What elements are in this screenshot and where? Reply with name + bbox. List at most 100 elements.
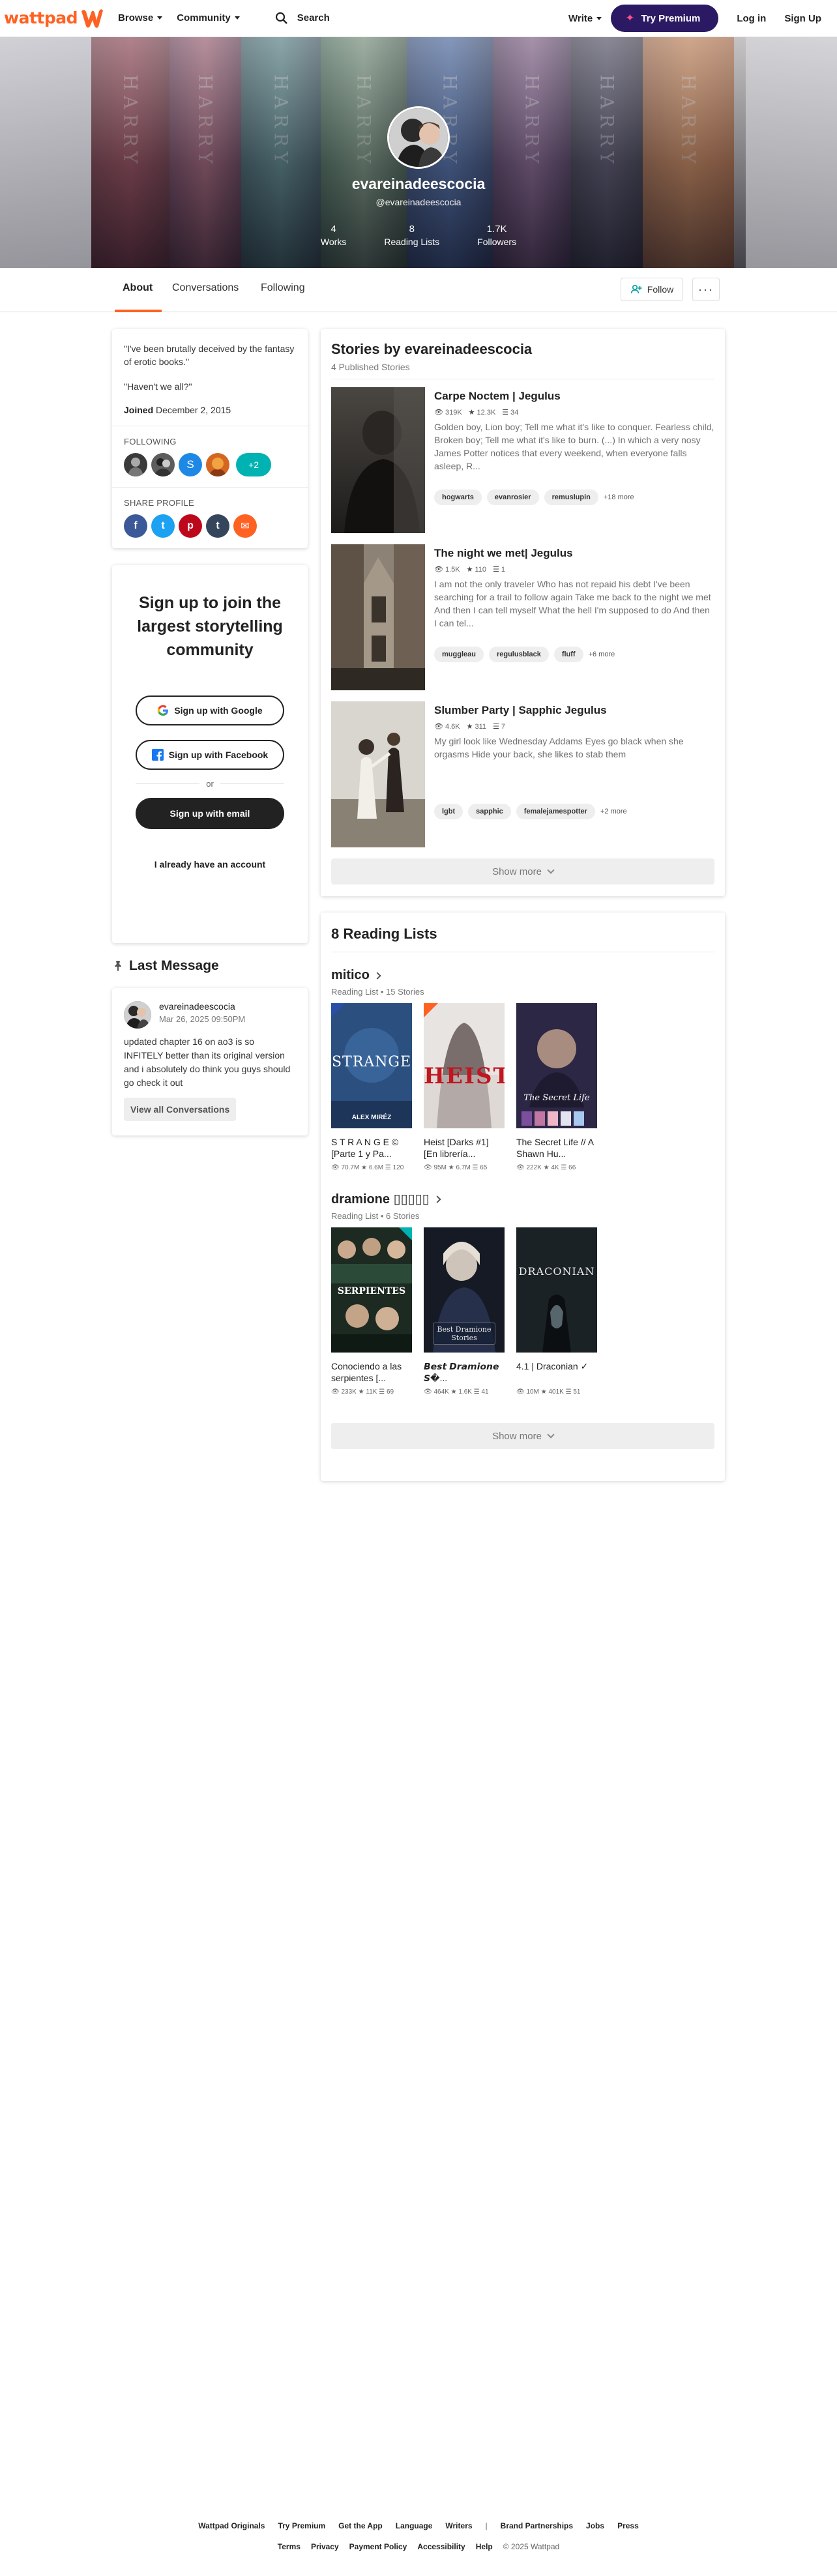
reading-list-cover[interactable]: The Secret Life [516,1003,597,1128]
more-options-button[interactable]: ··· [692,278,720,301]
story-tag[interactable]: femalejamespotter [516,804,595,819]
story-tag[interactable]: remuslupin [544,490,598,505]
stories-show-more-button[interactable]: Show more [331,858,714,885]
following-avatar[interactable] [151,453,175,476]
reading-list-cover[interactable]: HEIST [424,1003,505,1128]
footer-link[interactable]: Payment Policy [349,2542,407,2551]
reading-list-name[interactable]: mitico [331,968,714,983]
tab-following[interactable]: Following [261,282,305,294]
tab-about[interactable]: About [123,282,153,294]
story-tag[interactable]: hogwarts [434,490,482,505]
following-avatar[interactable] [206,453,229,476]
votes-count: ★ 110 [466,566,487,574]
email-signup-button[interactable]: Sign up with email [136,798,284,829]
login-link[interactable]: Log in [737,13,766,24]
reading-list-name[interactable]: dramione ▯▯▯▯▯ [331,1191,714,1207]
stat-followers[interactable]: 1.7K Followers [477,224,516,247]
following-avatar[interactable] [124,453,147,476]
sparkle-icon: ✦ [625,12,635,24]
footer-link[interactable]: Wattpad Originals [198,2521,265,2530]
community-menu[interactable]: Community [177,12,240,23]
search-icon [275,12,287,24]
following-more-badge[interactable]: +2 [236,453,271,476]
story-tag[interactable]: muggleau [434,647,484,662]
following-avatar[interactable]: S [179,453,202,476]
reading-list-name-text: mitico [331,968,370,982]
reading-list-story[interactable]: SERPIENTES Conociendo a las serpientes [… [331,1227,412,1397]
reading-list-story[interactable]: STRANGE ALEX MIRÉZ S T R A N G E © [Part… [331,1003,412,1173]
signup-link[interactable]: Sign Up [784,13,821,24]
parts-count: ☰ 7 [493,723,506,731]
story-tag[interactable]: evanrosier [486,490,539,505]
reading-list-cover[interactable]: STRANGE ALEX MIRÉZ [331,1003,412,1128]
eye-icon: 👁 [434,409,443,417]
story-title[interactable]: The night we met| Jegulus [434,547,714,560]
list-icon: ☰ [502,409,509,417]
last-message-title: Last Message [129,958,219,973]
footer-link[interactable]: Privacy [311,2542,339,2551]
google-icon [158,705,169,716]
stat-works[interactable]: 4 Works [321,224,346,247]
story-cover[interactable] [331,701,425,847]
footer-link[interactable]: Writers [445,2521,472,2530]
profile-stats: 4 Works 8 Reading Lists 1.7K Followers [0,224,837,247]
cover-title: STRANGE [331,1054,412,1070]
reading-lists-show-more-button[interactable]: Show more [331,1423,714,1449]
reading-list-cover[interactable]: SERPIENTES [331,1227,412,1353]
reading-list-stories: STRANGE ALEX MIRÉZ S T R A N G E © [Part… [331,1003,714,1173]
reading-list-story[interactable]: Best Dramione Stories 𝘽𝙚𝙨𝙩 𝘿𝙧𝙖𝙢𝙞𝙤𝙣𝙚 𝙎�..… [424,1227,505,1397]
story-description: My girl look like Wednesday Addams Eyes … [434,736,684,759]
reading-list-cover[interactable]: DRACONIAN [516,1227,597,1353]
story-tag[interactable]: lgbt [434,804,463,819]
story-title[interactable]: Slumber Party | Sapphic Jegulus [434,704,714,717]
footer-link[interactable]: Brand Partnerships [501,2521,573,2530]
footer-link[interactable]: Try Premium [278,2521,325,2530]
reading-list-story-title: Conociendo a las serpientes [... [331,1361,402,1383]
try-premium-button[interactable]: ✦ Try Premium [611,5,719,32]
search-bar[interactable]: Search [275,12,330,25]
google-signup-button[interactable]: Sign up with Google [136,695,284,725]
footer-link[interactable]: Help [476,2542,493,2551]
story-description: Golden boy, Lion boy; Tell me what it's … [434,422,714,471]
login-existing-link[interactable]: I already have an account [112,859,308,870]
wattpad-logo[interactable]: wattpad [4,0,104,37]
message-author-avatar[interactable] [124,1001,151,1029]
pinterest-share-icon[interactable]: p [179,514,202,538]
reading-list-story[interactable]: The Secret Life The Secret Life // A Sha… [516,1003,597,1173]
footer-link[interactable]: Terms [278,2542,301,2551]
add-user-icon [630,284,642,294]
tumblr-share-icon[interactable]: t [206,514,229,538]
stat-reading-lists[interactable]: 8 Reading Lists [384,224,439,247]
reading-list-story-stats: 👁 233K ★ 11K ☰ 69 [331,1388,394,1396]
follow-button[interactable]: Follow [621,278,683,301]
story-title[interactable]: Carpe Noctem | Jegulus [434,390,714,403]
stories-title: Stories by evareinadeescocia [331,341,533,357]
story-tag[interactable]: fluff [553,647,583,662]
caret-down-icon [157,16,163,20]
message-author-name[interactable]: evareinadeescocia [159,1001,245,1012]
story-tag[interactable]: sapphic [468,804,511,819]
browse-menu[interactable]: Browse [118,12,163,23]
view-all-conversations-button[interactable]: View all Conversations [124,1098,237,1121]
more-tags-link[interactable]: +6 more [589,651,615,658]
facebook-signup-button[interactable]: Sign up with Facebook [136,740,284,770]
reading-list-story[interactable]: DRACONIAN 4.1 | Draconian ✓ 👁 10M ★ 401K… [516,1227,597,1397]
reading-list-cover[interactable]: Best Dramione Stories [424,1227,505,1353]
story-tag[interactable]: regulusblack [488,647,549,662]
footer-link[interactable]: Press [617,2521,639,2530]
story-cover[interactable] [331,544,425,690]
footer-link[interactable]: Language [396,2521,433,2530]
write-menu[interactable]: Write [568,13,602,24]
email-share-icon[interactable]: ✉ [233,514,257,538]
story-cover[interactable] [331,387,425,533]
more-tags-link[interactable]: +2 more [600,808,627,815]
footer-link[interactable]: Get the App [338,2521,383,2530]
footer-link[interactable]: Jobs [586,2521,604,2530]
footer-link[interactable]: Accessibility [417,2542,465,2551]
reads-count: 👁 319K [434,409,462,417]
twitter-share-icon[interactable]: t [151,514,175,538]
reading-list-story[interactable]: HEIST Heist [Darks #1] [En librería... 👁… [424,1003,505,1173]
more-tags-link[interactable]: +18 more [604,493,634,501]
tab-conversations[interactable]: Conversations [172,282,239,294]
facebook-share-icon[interactable]: f [124,514,147,538]
